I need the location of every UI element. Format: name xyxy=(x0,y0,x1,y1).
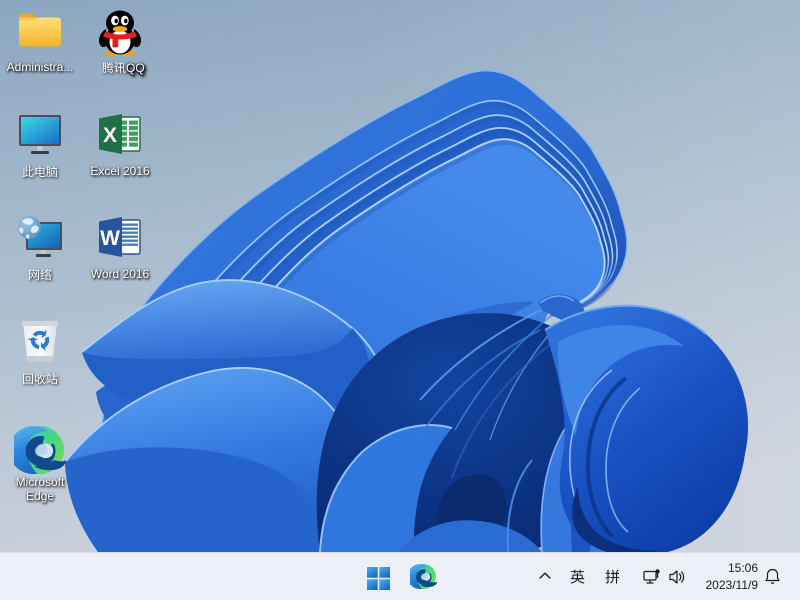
svg-text:X: X xyxy=(103,124,117,147)
svg-text:W: W xyxy=(100,227,120,250)
svg-text:QQ: QQ xyxy=(126,61,145,75)
